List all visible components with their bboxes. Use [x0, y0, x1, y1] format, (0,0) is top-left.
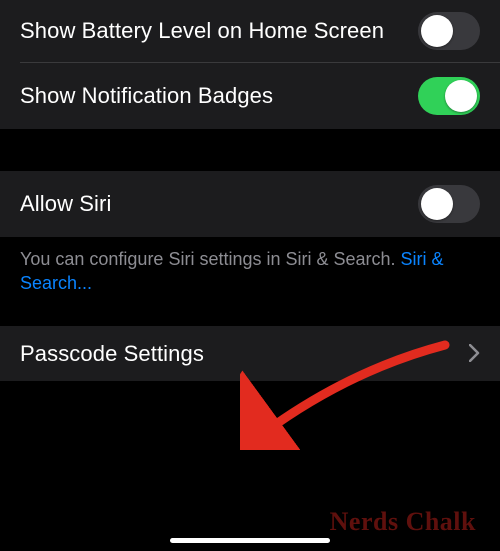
row-label: Passcode Settings — [20, 340, 459, 368]
settings-group-display: Show Battery Level on Home Screen Show N… — [0, 0, 500, 129]
row-label: Show Notification Badges — [20, 82, 418, 110]
toggle-show-battery-level[interactable] — [418, 12, 480, 50]
toggle-knob — [445, 80, 477, 112]
row-allow-siri[interactable]: Allow Siri — [0, 171, 500, 237]
row-label: Show Battery Level on Home Screen — [20, 17, 418, 45]
settings-group-siri: Allow Siri — [0, 171, 500, 237]
toggle-show-notification-badges[interactable] — [418, 77, 480, 115]
watermark-text: Nerds Chalk — [330, 507, 476, 537]
settings-group-passcode: Passcode Settings — [0, 326, 500, 382]
toggle-knob — [421, 188, 453, 220]
home-indicator — [170, 538, 330, 543]
siri-footer-copy: You can configure Siri settings in Siri … — [20, 249, 401, 269]
toggle-allow-siri[interactable] — [418, 185, 480, 223]
row-passcode-settings[interactable]: Passcode Settings — [0, 326, 500, 382]
group-gap — [0, 129, 500, 171]
group-gap — [0, 314, 500, 326]
siri-footer-text: You can configure Siri settings in Siri … — [0, 237, 500, 314]
toggle-knob — [421, 15, 453, 47]
row-show-battery-level[interactable]: Show Battery Level on Home Screen — [0, 0, 500, 62]
chevron-right-icon — [469, 344, 480, 362]
row-show-notification-badges[interactable]: Show Notification Badges — [0, 63, 500, 129]
row-label: Allow Siri — [20, 190, 418, 218]
